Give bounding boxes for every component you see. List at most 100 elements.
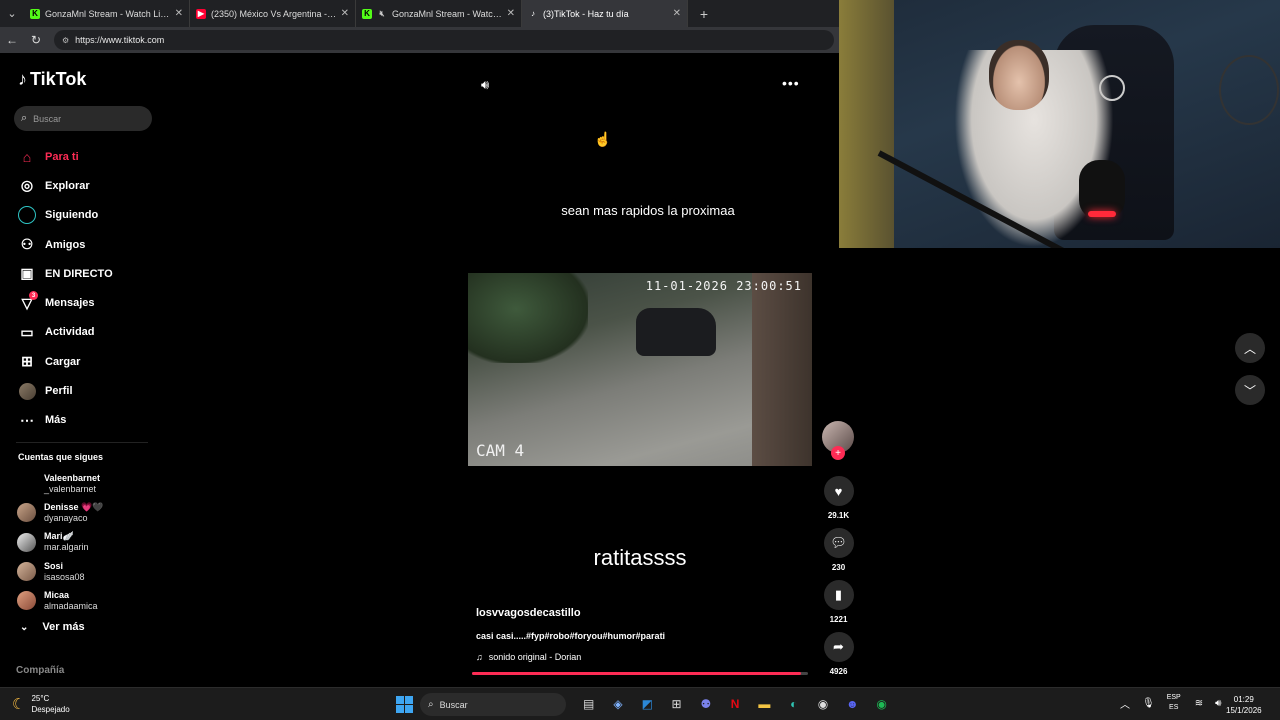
following-account[interactable]: Micaa almadaamica bbox=[17, 586, 103, 615]
speaker-icon[interactable]: 🔊︎ bbox=[1215, 698, 1221, 709]
sidebar-item-para-ti[interactable]: ⌂ Para ti bbox=[16, 142, 113, 171]
save-count: 1221 bbox=[829, 615, 848, 624]
chevron-up-icon: ︿ bbox=[1243, 341, 1256, 356]
browser-tab[interactable]: ▶ (2350) México Vs Argentina - Semi ✕ bbox=[190, 0, 356, 27]
account-username: _valenbarnet bbox=[44, 483, 97, 494]
clock-date: 15/1/2026 bbox=[1226, 706, 1262, 715]
tiktok-note-icon: ♪ bbox=[18, 69, 27, 89]
webcam-scene-object bbox=[839, 0, 894, 248]
webcam-scene-head bbox=[989, 40, 1049, 110]
comment-count: 230 bbox=[831, 563, 846, 572]
muted-speaker-icon[interactable]: 🔇︎ bbox=[377, 9, 387, 19]
discord-icon[interactable]: ☻ bbox=[838, 694, 867, 714]
tab-title: GonzaMnl Stream - Watch Live bbox=[392, 8, 503, 19]
following-list: Valeenbarnet _valenbarnet Denisse 💗🖤 dya… bbox=[17, 469, 103, 615]
video-scene-trees bbox=[468, 273, 588, 363]
creator-avatar[interactable]: + bbox=[822, 421, 854, 460]
video-big-caption: ratitassss bbox=[593, 545, 687, 570]
share-button[interactable]: ➦ 4926 bbox=[822, 632, 855, 676]
comment-button[interactable]: 💬︎ 230 bbox=[822, 528, 855, 572]
language-indicator[interactable]: ESP ES bbox=[1167, 693, 1181, 713]
following-account[interactable]: Mari🪽 mar.algarin bbox=[17, 528, 103, 557]
close-tab-icon[interactable]: ✕ bbox=[175, 8, 183, 19]
follow-plus-icon[interactable]: + bbox=[831, 446, 845, 460]
post-author[interactable]: losvvagosdecastillo bbox=[476, 607, 581, 619]
post-sound[interactable]: ♫ sonido original - Dorian bbox=[476, 652, 581, 662]
youtube-icon: ▶ bbox=[196, 8, 206, 19]
spotify-icon[interactable]: ◉ bbox=[867, 694, 896, 714]
company-link[interactable]: Compañía bbox=[16, 665, 64, 676]
back-icon[interactable]: ← bbox=[0, 33, 24, 47]
video-progress-bar[interactable] bbox=[472, 672, 808, 675]
tray-chevron-up-icon[interactable]: ︿ bbox=[1120, 696, 1130, 711]
activity-icon: ▭ bbox=[20, 323, 34, 340]
new-tab-button[interactable]: + bbox=[694, 6, 714, 22]
following-account[interactable]: Sosi isasosa08 bbox=[17, 557, 103, 586]
search-input[interactable]: ⌕ Buscar bbox=[14, 106, 152, 131]
browser-tab-active[interactable]: ♪ (3)TikTok - Haz tu día ✕ bbox=[522, 0, 688, 27]
sidebar-item-actividad[interactable]: ▭ Actividad bbox=[16, 318, 113, 347]
video-timestamp: 11-01-2026 23:00:51 bbox=[645, 279, 802, 293]
kick-icon: K bbox=[362, 8, 372, 19]
taskbar-search[interactable]: ⌕ Buscar bbox=[420, 693, 566, 716]
avatar bbox=[17, 503, 36, 523]
save-button[interactable]: ▮ 1221 bbox=[822, 580, 855, 624]
logo-text: TikTok bbox=[30, 69, 87, 89]
tab-title: GonzaMnl Stream - Watch Live on bbox=[45, 8, 171, 19]
file-explorer-icon[interactable]: ▬ bbox=[750, 694, 779, 714]
sidebar-item-mas[interactable]: ⋯ Más bbox=[16, 406, 113, 435]
close-tab-icon[interactable]: ✕ bbox=[341, 8, 349, 19]
following-account[interactable]: Denisse 💗🖤 dyanayaco bbox=[17, 498, 103, 527]
reload-icon[interactable]: ↻ bbox=[24, 33, 48, 47]
browser-tab[interactable]: K 🔇︎ GonzaMnl Stream - Watch Live ✕ bbox=[356, 0, 522, 27]
sidebar-item-explorar[interactable]: ◎ Explorar bbox=[16, 171, 113, 200]
url-field[interactable]: ⚙ https://www.tiktok.com bbox=[54, 30, 834, 50]
windows-start-icon[interactable] bbox=[396, 696, 413, 713]
tiktok-logo[interactable]: ♪ TikTok bbox=[18, 69, 86, 90]
teams-icon[interactable]: ⚉ bbox=[691, 694, 720, 714]
live-tv-icon: ▣ bbox=[20, 265, 34, 282]
upload-icon: ⊞ bbox=[21, 353, 33, 370]
chrome-icon[interactable]: ◉ bbox=[808, 694, 837, 714]
account-name: Mari🪽 bbox=[44, 531, 74, 542]
microphone-icon[interactable]: 🎙︎ bbox=[1142, 698, 1155, 709]
sidebar-item-amigos[interactable]: ⚇ Amigos bbox=[16, 230, 113, 259]
sidebar-item-perfil[interactable]: Perfil bbox=[16, 376, 113, 405]
video-scene-wall bbox=[752, 273, 812, 466]
tab-title: (3)TikTok - Haz tu día bbox=[543, 8, 629, 19]
see-more-button[interactable]: ⌄ Ver más bbox=[20, 621, 85, 633]
sidebar-item-label: EN DIRECTO bbox=[45, 267, 113, 280]
more-options-icon[interactable]: ••• bbox=[782, 75, 800, 91]
next-video-button[interactable]: ﹀ bbox=[1235, 375, 1265, 405]
netflix-icon[interactable]: N bbox=[720, 694, 749, 714]
wifi-icon[interactable]: ≋ bbox=[1195, 698, 1203, 709]
store-icon[interactable]: ⊞ bbox=[662, 694, 691, 714]
avatar bbox=[17, 474, 36, 494]
sidebar-item-cargar[interactable]: ⊞ Cargar bbox=[16, 347, 113, 376]
weather-widget[interactable]: ☾ 25°C Despejado bbox=[12, 693, 70, 715]
following-account[interactable]: Valeenbarnet _valenbarnet bbox=[17, 469, 103, 498]
site-info-icon[interactable]: ⚙ bbox=[62, 36, 69, 45]
outlook-icon[interactable]: ◩ bbox=[633, 694, 662, 714]
sidebar-item-en-directo[interactable]: ▣ EN DIRECTO bbox=[16, 259, 113, 288]
taskbar-clock[interactable]: 01:29 15/1/2026 bbox=[1226, 694, 1262, 716]
like-button[interactable]: ♥ 29.1K bbox=[822, 476, 855, 520]
chevron-down-icon: ⌄ bbox=[20, 621, 29, 633]
sidebar-item-siguiendo[interactable]: Siguiendo bbox=[16, 201, 113, 230]
account-name: Micaa bbox=[44, 589, 70, 600]
browser-tab[interactable]: K GonzaMnl Stream - Watch Live on ✕ bbox=[24, 0, 190, 27]
copilot-icon[interactable]: ◈ bbox=[603, 694, 632, 714]
task-view-icon[interactable]: ▤ bbox=[574, 694, 603, 714]
edge-icon[interactable]: ◐ bbox=[779, 694, 808, 714]
tab-list-chevron-icon[interactable]: ⌄ bbox=[0, 0, 24, 27]
video-overlay-caption: sean mas rapidos la proximaa bbox=[561, 203, 735, 218]
video-player[interactable]: 11-01-2026 23:00:51 CAM 4 bbox=[468, 273, 812, 466]
close-tab-icon[interactable]: ✕ bbox=[507, 8, 515, 19]
close-tab-icon[interactable]: ✕ bbox=[673, 8, 681, 19]
previous-video-button[interactable]: ︿ bbox=[1235, 333, 1265, 363]
temperature: 25°C bbox=[31, 694, 50, 703]
volume-icon[interactable]: 🔊︎ bbox=[481, 77, 489, 93]
taskbar-search-label: Buscar bbox=[439, 699, 468, 710]
account-username: almadaamica bbox=[44, 600, 98, 611]
sidebar-item-mensajes[interactable]: ▽ 3 Mensajes bbox=[16, 288, 113, 317]
